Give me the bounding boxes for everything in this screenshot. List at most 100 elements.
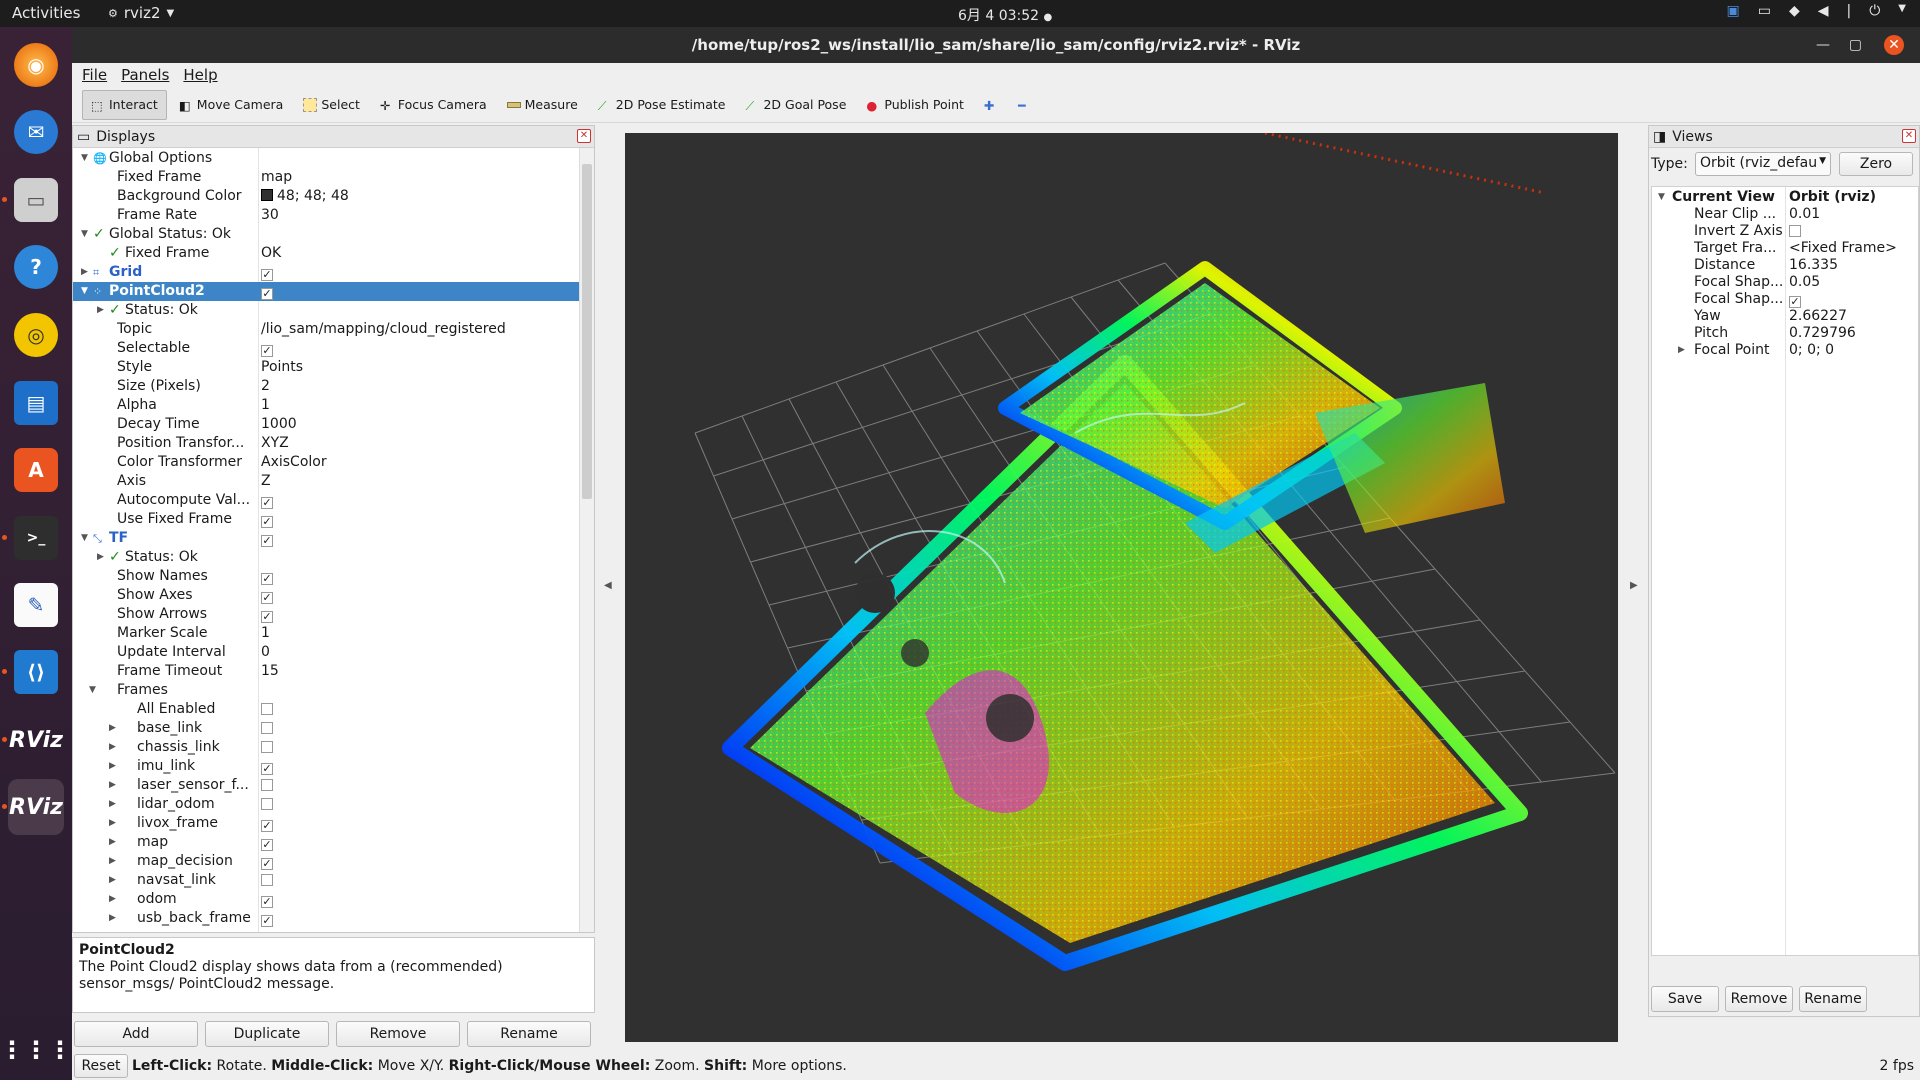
display-tree-row[interactable]: Autocompute Val... ✓: [73, 491, 580, 510]
goal-pose-tool-button[interactable]: ⟋ 2D Goal Pose: [737, 90, 854, 120]
display-row-checkbox[interactable]: [261, 719, 273, 738]
display-tree-row[interactable]: Marker Scale 1: [73, 624, 580, 643]
menu-file[interactable]: File: [82, 63, 107, 87]
display-tree-row[interactable]: ▼ ⤡ TF ✓: [73, 529, 580, 548]
writer-launcher[interactable]: ▤: [8, 375, 64, 431]
display-tree-row[interactable]: ▶ laser_sensor_f...: [73, 776, 580, 795]
display-tree-row[interactable]: Topic/lio_sam/mapping/cloud_registered: [73, 320, 580, 339]
display-tree-row[interactable]: Update Interval 0: [73, 643, 580, 662]
files-launcher[interactable]: ▭: [8, 172, 64, 228]
display-tree-row[interactable]: ▶ imu_link ✓: [73, 757, 580, 776]
display-tree-row[interactable]: ▼ 🌐 Global Options: [73, 149, 580, 168]
display-tree-row[interactable]: Show Names ✓: [73, 567, 580, 586]
view-property-checkbox[interactable]: [1789, 223, 1801, 240]
firefox-launcher[interactable]: ◉: [8, 37, 64, 93]
remove-tool-button[interactable]: ━: [1010, 90, 1040, 120]
collapse-arrow-icon[interactable]: ▼: [89, 681, 96, 700]
zero-button[interactable]: Zero: [1839, 152, 1913, 176]
display-row-checkbox[interactable]: ✓: [261, 833, 273, 852]
display-tree-row[interactable]: ▶ ✓ Status: Ok: [73, 301, 580, 320]
display-row-checkbox[interactable]: ✓: [261, 282, 273, 301]
display-tree-row[interactable]: ▶ map_decision ✓: [73, 852, 580, 871]
expand-arrow-icon[interactable]: ▶: [109, 795, 116, 814]
software-launcher[interactable]: A: [8, 442, 64, 498]
display-tree-row[interactable]: Alpha 1: [73, 396, 580, 415]
display-tree-row[interactable]: ▶ navsat_link: [73, 871, 580, 890]
collapse-arrow-icon[interactable]: ▼: [81, 149, 88, 168]
view-property-row[interactable]: ▶ Focal Point 0; 0; 0: [1652, 342, 1918, 359]
select-tool-button[interactable]: Select: [295, 90, 368, 120]
expand-arrow-icon[interactable]: ▶: [109, 909, 116, 928]
displays-scrollbar[interactable]: [579, 148, 594, 932]
display-row-checkbox[interactable]: [261, 738, 273, 757]
add-tool-button[interactable]: ✚: [976, 90, 1006, 120]
display-tree-row[interactable]: ▶ odom ✓: [73, 890, 580, 909]
display-tree-row[interactable]: ▶ base_link: [73, 719, 580, 738]
display-row-checkbox[interactable]: ✓: [261, 890, 273, 909]
wifi-icon[interactable]: ◆: [1789, 3, 1800, 19]
display-row-checkbox[interactable]: [261, 700, 273, 719]
duplicate-display-button[interactable]: Duplicate: [205, 1021, 329, 1047]
rhythmbox-launcher[interactable]: ◎: [8, 307, 64, 363]
expand-arrow-icon[interactable]: ▶: [1678, 342, 1685, 359]
terminal-launcher[interactable]: >_: [8, 510, 64, 566]
interact-tool-button[interactable]: ⬚ Interact: [82, 89, 167, 120]
display-tree-row[interactable]: ▶ usb_back_frame ✓: [73, 909, 580, 928]
expand-arrow-icon[interactable]: ▶: [109, 719, 116, 738]
display-row-checkbox[interactable]: [261, 871, 273, 890]
collapse-arrow-icon[interactable]: ▼: [81, 282, 88, 301]
expand-arrow-icon[interactable]: ▶: [109, 776, 116, 795]
clock[interactable]: 6月 4 03:52 ●: [958, 5, 1052, 25]
expand-arrow-icon[interactable]: ▶: [81, 263, 88, 282]
rename-view-button[interactable]: Rename: [1799, 986, 1867, 1012]
display-row-checkbox[interactable]: ✓: [261, 491, 273, 510]
display-row-checkbox[interactable]: ✓: [261, 339, 273, 358]
vs-code-tray-icon[interactable]: ▣: [1726, 3, 1739, 19]
display-tree-row[interactable]: Axis Z: [73, 472, 580, 491]
measure-tool-button[interactable]: Measure: [499, 90, 586, 120]
volume-icon[interactable]: ◀: [1818, 3, 1829, 19]
expand-arrow-icon[interactable]: ▼: [1658, 189, 1665, 206]
view-type-select[interactable]: Orbit (rviz_defau ▼: [1695, 152, 1831, 176]
view-property-row[interactable]: Focal Shap... 0.05: [1652, 274, 1918, 291]
power-icon[interactable]: ⏻: [1869, 3, 1880, 19]
app-menu[interactable]: ⚙ rviz2 ▼: [108, 4, 174, 22]
display-tree-row[interactable]: ✓ Fixed Frame OK: [73, 244, 580, 263]
publish-point-tool-button[interactable]: ● Publish Point: [858, 90, 972, 120]
expand-arrow-icon[interactable]: ▶: [109, 871, 116, 890]
display-tree-row[interactable]: Decay Time 1000: [73, 415, 580, 434]
display-row-checkbox[interactable]: [261, 795, 273, 814]
pose-estimate-tool-button[interactable]: ⟋ 2D Pose Estimate: [590, 90, 734, 120]
display-row-checkbox[interactable]: ✓: [261, 909, 273, 928]
display-tree-row[interactable]: Size (Pixels) 2: [73, 377, 580, 396]
chevron-down-icon[interactable]: ▼: [1898, 3, 1906, 19]
rviz-active-launcher[interactable]: RViz: [8, 779, 64, 835]
display-tree-row[interactable]: ▼ ✓ Global Status: Ok: [73, 225, 580, 244]
vscode-launcher[interactable]: ⟨⟩: [8, 644, 64, 700]
collapse-left-arrow-icon[interactable]: ◀: [604, 580, 612, 591]
view-property-row[interactable]: Pitch 0.729796: [1652, 325, 1918, 342]
expand-arrow-icon[interactable]: ▶: [109, 738, 116, 757]
display-tree-row[interactable]: Fixed Frame map: [73, 168, 580, 187]
keyboard-icon[interactable]: ▭: [1758, 3, 1771, 19]
display-tree-row[interactable]: ▶ lidar_odom: [73, 795, 580, 814]
collapse-right-arrow-icon[interactable]: ▶: [1630, 580, 1638, 591]
move-camera-tool-button[interactable]: ◧ Move Camera: [171, 90, 292, 120]
view-property-row[interactable]: Invert Z Axis: [1652, 223, 1918, 240]
thunderbird-launcher[interactable]: ✉: [8, 104, 64, 160]
display-row-checkbox[interactable]: ✓: [261, 605, 273, 624]
scrollbar-thumb[interactable]: [582, 164, 592, 499]
close-icon[interactable]: ✕: [577, 129, 591, 143]
display-tree-row[interactable]: Position Transfor... XYZ: [73, 434, 580, 453]
view-property-row[interactable]: Focal Shap... ✓: [1652, 291, 1918, 308]
close-button[interactable]: ✕: [1884, 35, 1904, 55]
expand-arrow-icon[interactable]: ▶: [109, 890, 116, 909]
display-row-checkbox[interactable]: ✓: [261, 263, 273, 282]
display-tree-row[interactable]: ▶ ⌗ Grid ✓: [73, 263, 580, 282]
display-row-checkbox[interactable]: ✓: [261, 586, 273, 605]
display-tree-row[interactable]: ▼ ⁘ PointCloud2 ✓: [73, 282, 580, 301]
display-tree-row[interactable]: ▶ map ✓: [73, 833, 580, 852]
display-tree-row[interactable]: Background Color 48; 48; 48: [73, 187, 580, 206]
view-property-row[interactable]: Yaw 2.66227: [1652, 308, 1918, 325]
view-property-row[interactable]: Target Fra... <Fixed Frame>: [1652, 240, 1918, 257]
